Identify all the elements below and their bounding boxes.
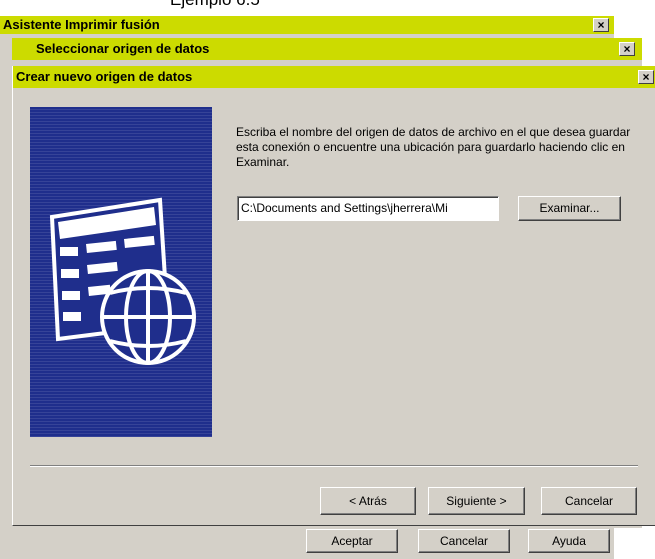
mail-merge-wizard-title: Asistente Imprimir fusión: [3, 17, 160, 32]
accept-button-label: Aceptar: [331, 534, 373, 548]
accept-button[interactable]: Aceptar: [306, 529, 398, 553]
create-data-source-close-button[interactable]: ×: [638, 70, 654, 84]
next-button-label: Siguiente >: [446, 494, 507, 508]
create-data-source-title: Crear nuevo origen de datos: [16, 69, 193, 84]
data-source-path-field[interactable]: C:\Documents and Settings\jherrera\Mi: [237, 196, 499, 221]
select-data-source-title: Seleccionar origen de datos: [36, 41, 210, 56]
select-data-source-close-button[interactable]: ×: [619, 42, 635, 56]
select-data-source-titlebar[interactable]: Seleccionar origen de datos: [12, 38, 642, 60]
cancel-button-label: Cancelar: [564, 494, 614, 508]
browse-button[interactable]: Examinar...: [518, 196, 621, 221]
background-caption: Ejemplo 6.5: [170, 0, 260, 10]
next-button[interactable]: Siguiente >: [428, 487, 525, 515]
document-line: [61, 269, 79, 278]
document-line: [60, 247, 78, 256]
close-icon: ×: [623, 42, 631, 56]
mail-merge-wizard-close-button[interactable]: ×: [593, 18, 609, 32]
help-button-label: Ayuda: [552, 534, 586, 548]
browse-button-label: Examinar...: [539, 201, 600, 215]
close-icon: ×: [597, 18, 605, 32]
instruction-text: Escriba el nombre del origen de datos de…: [236, 125, 631, 169]
create-data-source-titlebar[interactable]: Crear nuevo origen de datos: [13, 66, 655, 88]
wizard-illustration: [30, 107, 212, 437]
document-line: [62, 291, 80, 300]
cancel-button[interactable]: Cancelar: [541, 487, 637, 515]
behind-cancel-button[interactable]: Cancelar: [418, 529, 510, 553]
help-button[interactable]: Ayuda: [528, 529, 610, 553]
data-source-globe-icon: [49, 197, 196, 365]
behind-cancel-button-label: Cancelar: [439, 534, 489, 548]
globe: [100, 269, 196, 365]
back-button-label: < Atrás: [349, 494, 387, 508]
separator: [30, 465, 638, 467]
close-icon: ×: [642, 70, 650, 84]
document-line: [63, 312, 81, 321]
mail-merge-wizard-titlebar[interactable]: Asistente Imprimir fusión: [0, 16, 614, 34]
back-button[interactable]: < Atrás: [320, 487, 416, 515]
